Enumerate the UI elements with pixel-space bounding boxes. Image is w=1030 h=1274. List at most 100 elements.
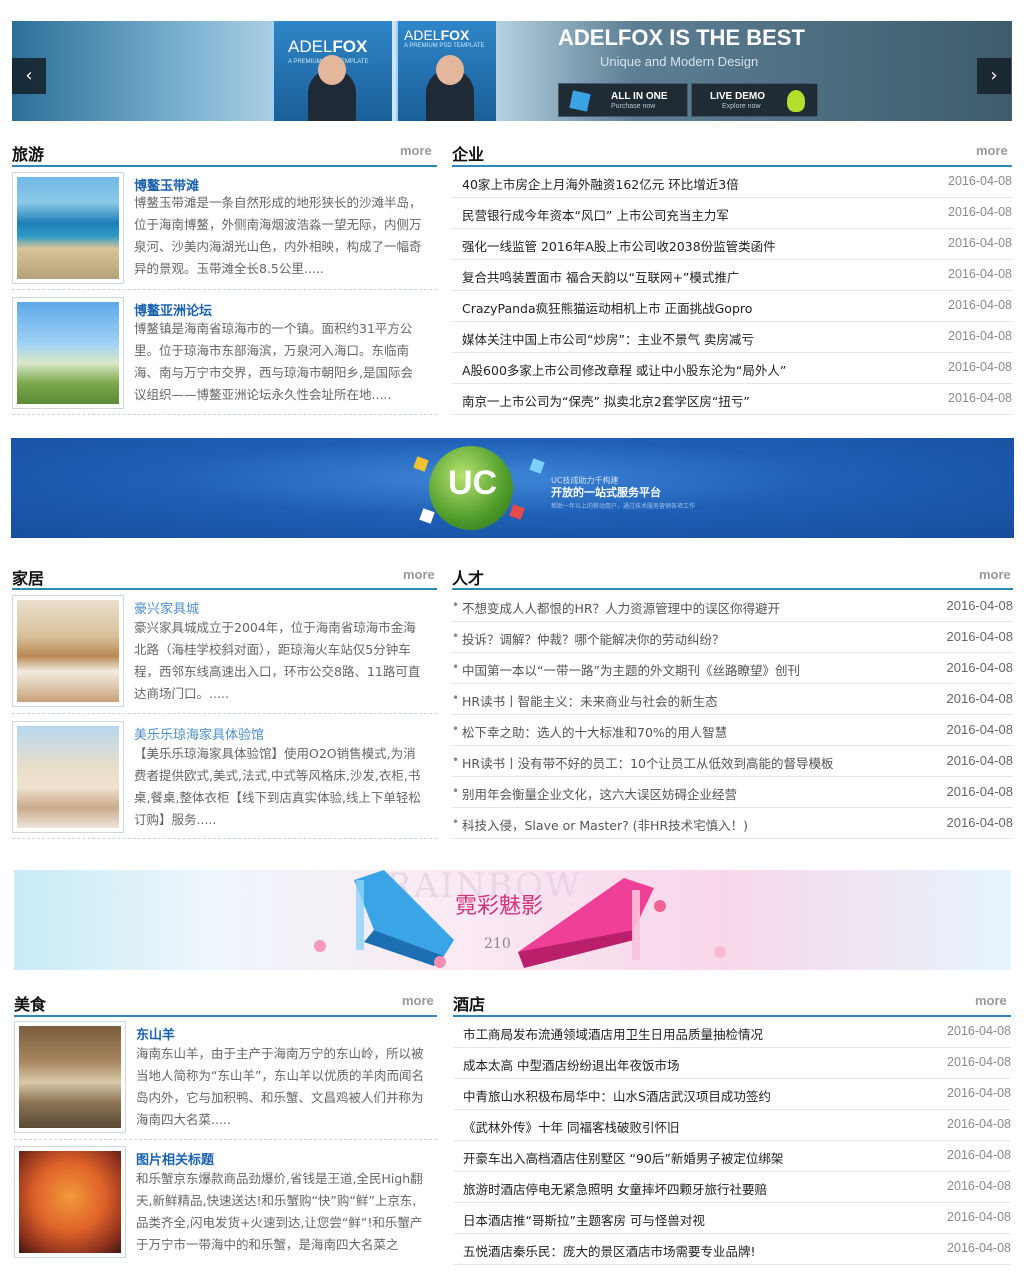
food-thumb-crab[interactable] [14, 1146, 126, 1258]
list-item-title[interactable]: 中国第一本以“一带一路”为主题的外文期刊《丝路瞭望》创刊 [462, 660, 800, 679]
list-item[interactable]: • 别用年会衡量企业文化，这六大误区妨碍企业经营 2016-04-08 [452, 777, 1013, 808]
talent-section-title: 人才 [452, 569, 485, 588]
list-item-date: 2016-04-08 [947, 1117, 1011, 1131]
hero-slider[interactable]: ADELFOX A PREMIUM PSD TEMPLATE ADELFOX A… [12, 21, 1012, 121]
list-item-title[interactable]: 媒体关注中国上市公司“炒房”：主业不景气 卖房减亏 [462, 329, 754, 348]
food-more-link[interactable]: more [402, 993, 434, 1008]
all-in-one-button[interactable]: ALL IN ONE Purchase now [558, 83, 688, 117]
product-box-image-2: ADELFOX A PREMIUM PSD TEMPLATE [396, 21, 496, 121]
list-item[interactable]: 开豪车出入高档酒店住别墅区 “90后”新婚男子被定位绑架 2016-04-08 [453, 1141, 1011, 1172]
list-item[interactable]: 民营银行成今年资本“风口” 上市公司充当主力军 2016-04-08 [452, 198, 1012, 229]
list-item[interactable]: 中青旅山水积极布局华中：山水S酒店武汉项目成功签约 2016-04-08 [453, 1079, 1011, 1110]
home-item-title[interactable]: 豪兴家具城 [134, 598, 199, 617]
list-item-title[interactable]: 《武林外传》十年 同福客栈破败引怀旧 [463, 1117, 679, 1136]
list-item-title[interactable]: 开豪车出入高档酒店住别墅区 “90后”新婚男子被定位绑架 [463, 1148, 783, 1167]
list-item-title[interactable]: 成本太高 中型酒店纷纷退出年夜饭市场 [463, 1055, 679, 1074]
bullet-icon: • [452, 660, 460, 674]
list-item-date: 2016-04-08 [946, 660, 1014, 675]
box2-brand-light: ADEL [404, 27, 441, 43]
list-item-title[interactable]: 科技入侵，Slave or Master? (非HR技术宅慎入！) [462, 815, 748, 834]
food-item-title[interactable]: 图片相关标题 [136, 1149, 214, 1168]
list-item-title[interactable]: CrazyPanda疯狂熊猫运动相机上市 正面挑战Gopro [462, 298, 752, 317]
deco-square-icon [509, 504, 525, 520]
food-item-title[interactable]: 东山羊 [136, 1024, 175, 1043]
list-item-date: 2016-04-08 [947, 1055, 1011, 1069]
list-item-title[interactable]: 五悦酒店秦乐民：庞大的景区酒店市场需要专业品牌! [463, 1241, 756, 1260]
travel-thumb-forum[interactable] [12, 297, 124, 409]
list-item-date: 2016-04-08 [946, 753, 1014, 768]
list-item-title[interactable]: 40家上市房企上月海外融资162亿元 环比增近3倍 [462, 174, 739, 193]
list-item-title[interactable]: 旅游时酒店停电无紧急照明 女童摔坏四颗牙旅行社要赔 [463, 1179, 767, 1198]
list-item-title[interactable]: HR读书丨没有带不好的员工：10个让员工从低效到高能的督导模板 [462, 753, 834, 772]
list-item[interactable]: 南京一上市公司为“保壳” 拟卖北京2套学区房“扭亏” 2016-04-08 [452, 384, 1012, 415]
uc-logo-text: UC [448, 464, 498, 502]
travel-item-title[interactable]: 博鳌亚洲论坛 [134, 300, 212, 319]
list-item[interactable]: • 投诉？调解？仲裁？哪个能解决你的劳动纠纷？ 2016-04-08 [452, 622, 1013, 653]
list-item-title[interactable]: 民营银行成今年资本“风口” 上市公司充当主力军 [462, 205, 729, 224]
box2-tagline: A PREMIUM PSD TEMPLATE [404, 43, 485, 49]
home-thumb-furniture[interactable] [12, 721, 124, 833]
slider-prev-button[interactable]: ‹ [12, 58, 46, 94]
list-item-title[interactable]: 南京一上市公司为“保壳” 拟卖北京2套学区房“扭亏” [462, 391, 750, 410]
home-more-link[interactable]: more [403, 567, 435, 582]
list-item[interactable]: • HR读书丨智能主义：未来商业与社会的新生态 2016-04-08 [452, 684, 1013, 715]
slider-next-button[interactable]: › [977, 58, 1011, 94]
talent-more-link[interactable]: more [979, 567, 1011, 582]
travel-more-link[interactable]: more [400, 143, 432, 158]
list-item-date: 2016-04-08 [948, 298, 1012, 312]
bullet-icon: • [452, 815, 460, 829]
list-item[interactable]: • HR读书丨没有带不好的员工：10个让员工从低效到高能的督导模板 2016-04-… [452, 746, 1013, 777]
list-item-title[interactable]: 市工商局发布流通领域酒店用卫生日用品质量抽检情况 [463, 1024, 763, 1043]
bullet-icon: • [452, 598, 460, 612]
list-item-title[interactable]: 投诉？调解？仲裁？哪个能解决你的劳动纠纷？ [462, 629, 725, 648]
list-item[interactable]: 强化一线监管 2016年A股上市公司收2038份监管类函件 2016-04-08 [452, 229, 1012, 260]
deco-square-icon [529, 458, 545, 474]
home-item-title[interactable]: 美乐乐琼海家具体验馆 [134, 724, 264, 743]
list-item[interactable]: 旅游时酒店停电无紧急照明 女童摔坏四颗牙旅行社要赔 2016-04-08 [453, 1172, 1011, 1203]
list-item-date: 2016-04-08 [948, 329, 1012, 343]
list-item[interactable]: • 松下幸之助：选人的十大标准和70%的用人智慧 2016-04-08 [452, 715, 1013, 746]
list-item[interactable]: CrazyPanda疯狂熊猫运动相机上市 正面挑战Gopro 2016-04-08 [452, 291, 1012, 322]
list-item-title[interactable]: 日本酒店推“哥斯拉”主题客房 可与怪兽对视 [463, 1210, 705, 1229]
list-item-title[interactable]: 别用年会衡量企业文化，这六大误区妨碍企业经营 [462, 784, 737, 803]
food-thumb-goat[interactable] [14, 1021, 126, 1133]
list-item-title[interactable]: 中青旅山水积极布局华中：山水S酒店武汉项目成功签约 [463, 1086, 771, 1105]
blue-shoe-image [354, 870, 454, 966]
list-item[interactable]: • 科技入侵，Slave or Master? (非HR技术宅慎入！) 2016-0… [452, 808, 1013, 839]
list-item-title[interactable]: 不想变成人人都恨的HR？人力资源管理中的误区你得避开 [462, 598, 780, 617]
list-item-date: 2016-04-08 [948, 174, 1012, 188]
list-item[interactable]: 40家上市房企上月海外融资162亿元 环比增近3倍 2016-04-08 [452, 167, 1012, 198]
list-item[interactable]: 日本酒店推“哥斯拉”主题客房 可与怪兽对视 2016-04-08 [453, 1203, 1011, 1234]
list-item-date: 2016-04-08 [948, 267, 1012, 281]
product-box-image: ADELFOX A PREMIUM PSD TEMPLATE [272, 21, 392, 121]
list-item[interactable]: 成本太高 中型酒店纷纷退出年夜饭市场 2016-04-08 [453, 1048, 1011, 1079]
petal-icon [312, 938, 328, 954]
live-demo-button[interactable]: LIVE DEMO Explore now [691, 83, 818, 117]
list-item-date: 2016-04-08 [947, 1086, 1011, 1100]
hotel-more-link[interactable]: more [975, 993, 1007, 1008]
list-item-title[interactable]: 复合共鸣装置面市 福合天韵以“互联网+”模式推广 [462, 267, 739, 286]
list-item-title[interactable]: HR读书丨智能主义：未来商业与社会的新生态 [462, 691, 718, 710]
list-item[interactable]: 复合共鸣装置面市 福合天韵以“互联网+”模式推广 2016-04-08 [452, 260, 1012, 291]
list-item-title[interactable]: 强化一线监管 2016年A股上市公司收2038份监管类函件 [462, 236, 776, 255]
list-item[interactable]: 市工商局发布流通领域酒店用卫生日用品质量抽检情况 2016-04-08 [453, 1017, 1011, 1048]
list-item-title[interactable]: A股600多家上市公司修改章程 或让中小股东沦为“局外人” [462, 360, 786, 379]
list-item[interactable]: • 不想变成人人都恨的HR？人力资源管理中的误区你得避开 2016-04-08 [452, 591, 1013, 622]
list-item[interactable]: • 中国第一本以“一带一路”为主题的外文期刊《丝路瞭望》创刊 2016-04-08 [452, 653, 1013, 684]
list-item[interactable]: A股600多家上市公司修改章程 或让中小股东沦为“局外人” 2016-04-08 [452, 353, 1012, 384]
uc-copy-line2: 开放的一站式服务平台 [551, 486, 661, 499]
list-item[interactable]: 媒体关注中国上市公司“炒房”：主业不景气 卖房减亏 2016-04-08 [452, 322, 1012, 353]
list-item-date: 2016-04-08 [946, 815, 1014, 830]
travel-section-title: 旅游 [12, 145, 45, 164]
home-section-title: 家居 [12, 569, 45, 588]
uc-ad-banner[interactable]: UC UC技成助力千构建 开放的一站式服务平台 帮助一年以上的移动用户，通过技术… [11, 438, 1014, 538]
list-item-title[interactable]: 松下幸之助：选人的十大标准和70%的用人智慧 [462, 722, 727, 741]
shoe-ad-banner[interactable]: RAINBOW 霓彩魅影 210 [14, 870, 1011, 970]
list-item[interactable]: 《武林外传》十年 同福客栈破败引怀旧 2016-04-08 [453, 1110, 1011, 1141]
bullet-icon: • [452, 753, 460, 767]
home-thumb-bedroom[interactable] [12, 595, 124, 707]
travel-thumb-beach[interactable] [12, 172, 124, 284]
business-more-link[interactable]: more [976, 143, 1008, 158]
list-item[interactable]: 五悦酒店秦乐民：庞大的景区酒店市场需要专业品牌! 2016-04-08 [453, 1234, 1011, 1265]
box-brand-bold: FOX [332, 37, 368, 56]
